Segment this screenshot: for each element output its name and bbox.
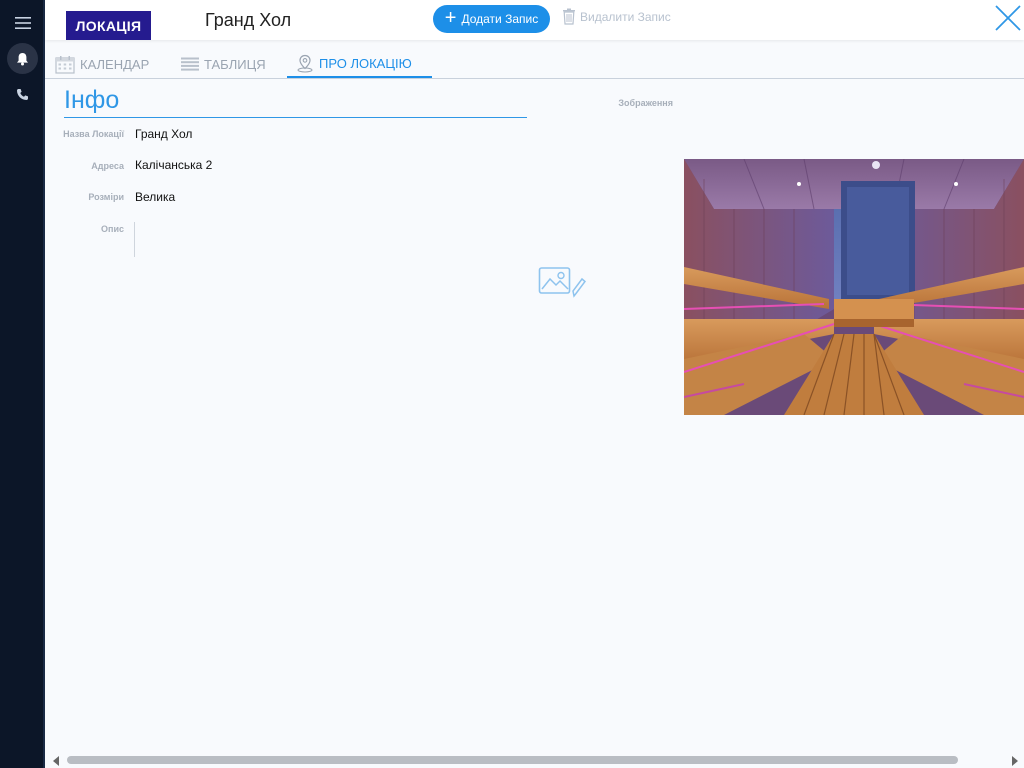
tab-table-label: ТАБЛИЦЯ bbox=[204, 56, 266, 72]
size-value[interactable]: Велика bbox=[135, 190, 175, 204]
add-record-button[interactable]: + Додати Запис bbox=[433, 5, 550, 33]
image-label: Зображення bbox=[618, 98, 673, 108]
location-photo bbox=[684, 159, 1024, 415]
phone-icon[interactable] bbox=[7, 79, 38, 110]
tab-table[interactable]: ТАБЛИЦЯ bbox=[181, 50, 266, 78]
scroll-right-arrow-icon[interactable] bbox=[1012, 756, 1018, 766]
menu-icon[interactable] bbox=[7, 7, 38, 38]
bell-icon[interactable] bbox=[7, 43, 38, 74]
scroll-left-arrow-icon[interactable] bbox=[53, 756, 59, 766]
plus-icon: + bbox=[444, 7, 457, 29]
delete-record-button[interactable]: Видалити Запис bbox=[562, 8, 671, 25]
add-record-label: Додати Запис bbox=[461, 12, 539, 26]
tab-about-location[interactable]: ПРО ЛОКАЦІЮ bbox=[287, 50, 432, 78]
address-value[interactable]: Калічанська 2 bbox=[135, 158, 212, 172]
tab-calendar[interactable]: КАЛЕНДАР bbox=[55, 50, 149, 78]
location-pin-icon bbox=[297, 54, 313, 72]
size-label: Розміри bbox=[88, 192, 124, 202]
tab-calendar-label: КАЛЕНДАР bbox=[80, 56, 150, 72]
top-bar: ЛОКАЦІЯ Гранд Хол + Додати Запис Видалит… bbox=[45, 0, 1024, 40]
detail-panel: ЛОКАЦІЯ Гранд Хол + Додати Запис Видалит… bbox=[45, 0, 1024, 768]
trash-icon bbox=[563, 8, 575, 25]
table-icon bbox=[181, 57, 199, 71]
scrollbar-thumb[interactable] bbox=[67, 756, 958, 764]
tab-about-location-label: ПРО ЛОКАЦІЮ bbox=[319, 55, 412, 71]
location-name-label: Назва Локації bbox=[63, 129, 124, 139]
left-rail bbox=[0, 0, 45, 768]
entity-type-badge: ЛОКАЦІЯ bbox=[66, 11, 151, 40]
close-icon[interactable] bbox=[994, 4, 1022, 32]
description-field[interactable] bbox=[134, 222, 135, 257]
record-title: Гранд Хол bbox=[205, 10, 292, 30]
location-name-value[interactable]: Гранд Хол bbox=[135, 127, 192, 141]
tab-bar: КАЛЕНДАР ТАБЛИЦЯ ПРО ЛОКАЦІЮ bbox=[45, 46, 1024, 79]
edit-image-icon[interactable] bbox=[538, 266, 587, 298]
delete-record-label: Видалити Запис bbox=[580, 9, 671, 24]
description-label: Опис bbox=[101, 224, 124, 234]
address-label: Адреса bbox=[91, 161, 124, 171]
info-section-title: Інфо bbox=[64, 86, 527, 118]
calendar-icon bbox=[55, 55, 75, 74]
horizontal-scrollbar[interactable] bbox=[45, 752, 1024, 768]
